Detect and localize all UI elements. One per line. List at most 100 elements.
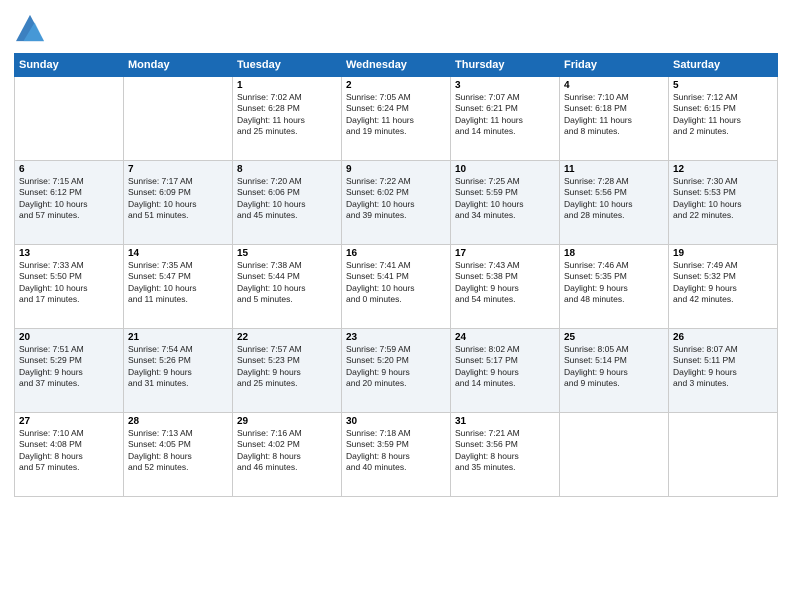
day-info: Sunrise: 7:38 AM Sunset: 5:44 PM Dayligh… [237,260,337,306]
day-number: 8 [237,164,337,175]
day-cell: 20Sunrise: 7:51 AM Sunset: 5:29 PM Dayli… [15,328,124,412]
day-cell: 28Sunrise: 7:13 AM Sunset: 4:05 PM Dayli… [124,412,233,496]
day-number: 19 [673,248,773,259]
day-cell: 6Sunrise: 7:15 AM Sunset: 6:12 PM Daylig… [15,160,124,244]
day-cell: 11Sunrise: 7:28 AM Sunset: 5:56 PM Dayli… [560,160,669,244]
day-info: Sunrise: 7:20 AM Sunset: 6:06 PM Dayligh… [237,176,337,222]
weekday-header-friday: Friday [560,53,669,76]
day-info: Sunrise: 7:22 AM Sunset: 6:02 PM Dayligh… [346,176,446,222]
day-info: Sunrise: 7:07 AM Sunset: 6:21 PM Dayligh… [455,92,555,138]
day-number: 21 [128,332,228,343]
day-cell: 13Sunrise: 7:33 AM Sunset: 5:50 PM Dayli… [15,244,124,328]
day-cell: 25Sunrise: 8:05 AM Sunset: 5:14 PM Dayli… [560,328,669,412]
day-info: Sunrise: 7:25 AM Sunset: 5:59 PM Dayligh… [455,176,555,222]
day-number: 25 [564,332,664,343]
weekday-header-saturday: Saturday [669,53,778,76]
day-number: 7 [128,164,228,175]
day-number: 1 [237,80,337,91]
day-cell: 7Sunrise: 7:17 AM Sunset: 6:09 PM Daylig… [124,160,233,244]
day-info: Sunrise: 7:21 AM Sunset: 3:56 PM Dayligh… [455,428,555,474]
day-number: 28 [128,416,228,427]
day-cell: 12Sunrise: 7:30 AM Sunset: 5:53 PM Dayli… [669,160,778,244]
day-info: Sunrise: 7:10 AM Sunset: 6:18 PM Dayligh… [564,92,664,138]
weekday-header-monday: Monday [124,53,233,76]
day-cell: 5Sunrise: 7:12 AM Sunset: 6:15 PM Daylig… [669,76,778,160]
day-cell: 30Sunrise: 7:18 AM Sunset: 3:59 PM Dayli… [342,412,451,496]
header [14,10,778,47]
day-info: Sunrise: 7:30 AM Sunset: 5:53 PM Dayligh… [673,176,773,222]
day-cell: 22Sunrise: 7:57 AM Sunset: 5:23 PM Dayli… [233,328,342,412]
day-number: 22 [237,332,337,343]
day-cell: 29Sunrise: 7:16 AM Sunset: 4:02 PM Dayli… [233,412,342,496]
day-info: Sunrise: 7:28 AM Sunset: 5:56 PM Dayligh… [564,176,664,222]
day-info: Sunrise: 7:54 AM Sunset: 5:26 PM Dayligh… [128,344,228,390]
week-row-3: 13Sunrise: 7:33 AM Sunset: 5:50 PM Dayli… [15,244,778,328]
week-row-1: 1Sunrise: 7:02 AM Sunset: 6:28 PM Daylig… [15,76,778,160]
day-number: 20 [19,332,119,343]
weekday-header-tuesday: Tuesday [233,53,342,76]
day-cell: 27Sunrise: 7:10 AM Sunset: 4:08 PM Dayli… [15,412,124,496]
day-info: Sunrise: 7:02 AM Sunset: 6:28 PM Dayligh… [237,92,337,138]
day-info: Sunrise: 8:05 AM Sunset: 5:14 PM Dayligh… [564,344,664,390]
day-info: Sunrise: 7:35 AM Sunset: 5:47 PM Dayligh… [128,260,228,306]
week-row-4: 20Sunrise: 7:51 AM Sunset: 5:29 PM Dayli… [15,328,778,412]
day-number: 27 [19,416,119,427]
day-number: 2 [346,80,446,91]
day-cell: 17Sunrise: 7:43 AM Sunset: 5:38 PM Dayli… [451,244,560,328]
day-number: 3 [455,80,555,91]
day-number: 6 [19,164,119,175]
day-cell: 8Sunrise: 7:20 AM Sunset: 6:06 PM Daylig… [233,160,342,244]
weekday-header-row: SundayMondayTuesdayWednesdayThursdayFrid… [15,53,778,76]
day-number: 29 [237,416,337,427]
day-info: Sunrise: 8:02 AM Sunset: 5:17 PM Dayligh… [455,344,555,390]
day-number: 24 [455,332,555,343]
logo-icon [16,14,44,42]
day-info: Sunrise: 7:12 AM Sunset: 6:15 PM Dayligh… [673,92,773,138]
day-info: Sunrise: 7:33 AM Sunset: 5:50 PM Dayligh… [19,260,119,306]
day-number: 14 [128,248,228,259]
day-info: Sunrise: 7:49 AM Sunset: 5:32 PM Dayligh… [673,260,773,306]
calendar-table: SundayMondayTuesdayWednesdayThursdayFrid… [14,53,778,497]
day-info: Sunrise: 7:46 AM Sunset: 5:35 PM Dayligh… [564,260,664,306]
day-cell: 9Sunrise: 7:22 AM Sunset: 6:02 PM Daylig… [342,160,451,244]
day-info: Sunrise: 7:05 AM Sunset: 6:24 PM Dayligh… [346,92,446,138]
day-cell [15,76,124,160]
day-cell: 18Sunrise: 7:46 AM Sunset: 5:35 PM Dayli… [560,244,669,328]
day-cell [124,76,233,160]
day-cell: 15Sunrise: 7:38 AM Sunset: 5:44 PM Dayli… [233,244,342,328]
day-number: 12 [673,164,773,175]
day-cell: 19Sunrise: 7:49 AM Sunset: 5:32 PM Dayli… [669,244,778,328]
day-cell: 31Sunrise: 7:21 AM Sunset: 3:56 PM Dayli… [451,412,560,496]
day-number: 13 [19,248,119,259]
day-cell: 16Sunrise: 7:41 AM Sunset: 5:41 PM Dayli… [342,244,451,328]
day-cell: 14Sunrise: 7:35 AM Sunset: 5:47 PM Dayli… [124,244,233,328]
week-row-5: 27Sunrise: 7:10 AM Sunset: 4:08 PM Dayli… [15,412,778,496]
day-info: Sunrise: 7:43 AM Sunset: 5:38 PM Dayligh… [455,260,555,306]
logo-text [14,14,44,47]
day-number: 9 [346,164,446,175]
day-cell: 4Sunrise: 7:10 AM Sunset: 6:18 PM Daylig… [560,76,669,160]
day-cell: 3Sunrise: 7:07 AM Sunset: 6:21 PM Daylig… [451,76,560,160]
day-cell [669,412,778,496]
day-cell: 10Sunrise: 7:25 AM Sunset: 5:59 PM Dayli… [451,160,560,244]
day-info: Sunrise: 7:17 AM Sunset: 6:09 PM Dayligh… [128,176,228,222]
page-container: SundayMondayTuesdayWednesdayThursdayFrid… [0,0,792,503]
day-cell: 2Sunrise: 7:05 AM Sunset: 6:24 PM Daylig… [342,76,451,160]
day-number: 5 [673,80,773,91]
day-info: Sunrise: 7:16 AM Sunset: 4:02 PM Dayligh… [237,428,337,474]
day-number: 26 [673,332,773,343]
day-number: 16 [346,248,446,259]
day-number: 4 [564,80,664,91]
day-number: 15 [237,248,337,259]
day-info: Sunrise: 7:59 AM Sunset: 5:20 PM Dayligh… [346,344,446,390]
day-info: Sunrise: 7:15 AM Sunset: 6:12 PM Dayligh… [19,176,119,222]
logo [14,14,44,47]
day-info: Sunrise: 7:10 AM Sunset: 4:08 PM Dayligh… [19,428,119,474]
day-info: Sunrise: 7:18 AM Sunset: 3:59 PM Dayligh… [346,428,446,474]
day-cell: 26Sunrise: 8:07 AM Sunset: 5:11 PM Dayli… [669,328,778,412]
day-info: Sunrise: 7:51 AM Sunset: 5:29 PM Dayligh… [19,344,119,390]
day-cell: 24Sunrise: 8:02 AM Sunset: 5:17 PM Dayli… [451,328,560,412]
day-cell: 23Sunrise: 7:59 AM Sunset: 5:20 PM Dayli… [342,328,451,412]
day-number: 11 [564,164,664,175]
day-cell: 1Sunrise: 7:02 AM Sunset: 6:28 PM Daylig… [233,76,342,160]
